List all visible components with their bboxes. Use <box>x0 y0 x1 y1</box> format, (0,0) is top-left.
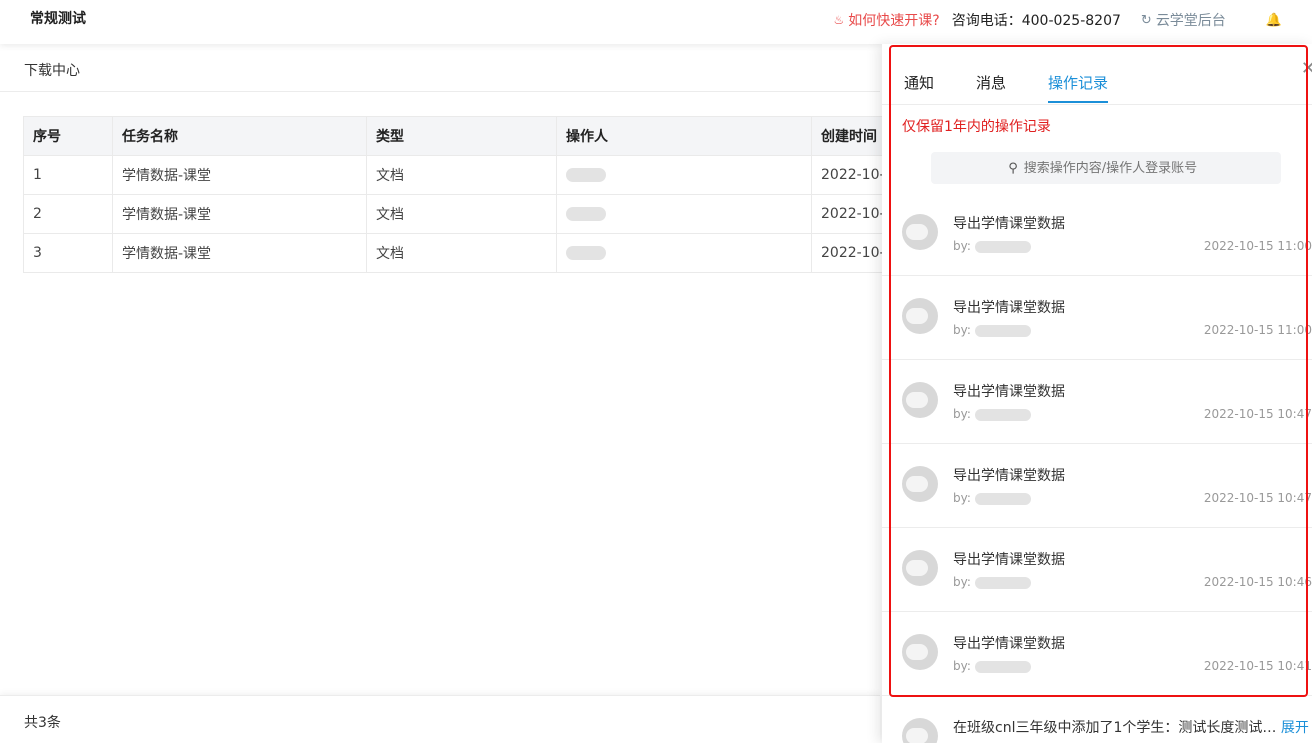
task-name: 学情数据-课堂 <box>112 233 367 273</box>
record-operator: by: <box>953 491 1031 505</box>
column-header: 任务名称 <box>112 116 367 156</box>
avatar <box>902 382 938 418</box>
quick-start-link[interactable]: ♨ 如何快速开课? <box>834 10 940 30</box>
column-header: 类型 <box>366 116 557 156</box>
quick-start-label: 如何快速开课? <box>848 13 940 29</box>
header-right: ♨ 如何快速开课? 咨询电话：400-025-8207 ↻ 云学堂后台 🔔 <box>834 10 1282 30</box>
row-index: 3 <box>23 233 113 273</box>
record-title-text: 在班级cnl三年级中添加了1个学生：测试长度测试… <box>953 720 1277 736</box>
redacted-operator <box>566 207 606 221</box>
record-time: 2022-10-15 10:47 <box>1203 491 1312 505</box>
hotline-text: 咨询电话：400-025-8207 <box>951 13 1121 29</box>
task-name: 学情数据-课堂 <box>112 155 367 195</box>
operator-cell <box>556 155 812 195</box>
record-title: 导出学情课堂数据 <box>953 300 1065 316</box>
total-count: 共3条 <box>24 715 61 731</box>
close-icon[interactable]: ✕ <box>1301 58 1312 79</box>
operator-cell <box>556 194 812 234</box>
search-input[interactable] <box>1023 160 1204 176</box>
list-item[interactable]: 导出学情课堂数据 by: 2022-10-15 10:41 <box>882 612 1312 696</box>
record-time: 2022-10-15 10:47 <box>1203 407 1312 421</box>
tab-notice[interactable]: 通知 <box>904 72 934 103</box>
backend-label: 云学堂后台 <box>1155 13 1226 29</box>
task-type: 文档 <box>366 194 557 234</box>
avatar <box>902 466 938 502</box>
record-time: 2022-10-15 10:41 <box>1203 659 1312 673</box>
row-index: 1 <box>23 155 113 195</box>
tab-divider <box>882 104 1312 105</box>
redacted-operator <box>974 576 1031 589</box>
by-label: by: <box>953 407 971 421</box>
record-operator: by: <box>953 659 1031 673</box>
retention-notice: 仅保留1年内的操作记录 <box>902 119 1051 135</box>
avatar <box>902 214 938 250</box>
record-time: 2022-10-15 10:46 <box>1203 575 1312 589</box>
column-header: 操作人 <box>556 116 812 156</box>
page-title: 下载中心 <box>24 63 80 79</box>
download-table: 序号 任务名称 类型 操作人 创建时间 1 学情数据-课堂 文档 2022-10… <box>23 116 1024 273</box>
task-name: 学情数据-课堂 <box>112 194 367 234</box>
record-time: 2022-10-15 11:00 <box>1203 323 1312 337</box>
table-row: 1 学情数据-课堂 文档 2022-10- <box>23 155 1024 195</box>
bell-icon[interactable]: 🔔 <box>1266 13 1282 28</box>
record-operator: by: <box>953 407 1031 421</box>
table-row: 2 学情数据-课堂 文档 2022-10- <box>23 194 1024 234</box>
record-operator: by: <box>953 323 1031 337</box>
by-label: by: <box>953 491 971 505</box>
operation-record-list: 导出学情课堂数据 by: 2022-10-15 11:00 导出学情课堂数据 b… <box>882 192 1312 743</box>
list-item[interactable]: 导出学情课堂数据 by: 2022-10-15 11:00 <box>882 276 1312 360</box>
list-item[interactable]: 导出学情课堂数据 by: 2022-10-15 10:47 <box>882 360 1312 444</box>
column-header: 序号 <box>23 116 113 156</box>
avatar <box>902 718 938 743</box>
task-type: 文档 <box>366 233 557 273</box>
backend-link[interactable]: ↻ 云学堂后台 <box>1141 10 1226 30</box>
record-operator: by: <box>953 575 1031 589</box>
redacted-operator <box>974 240 1031 253</box>
top-header: 常规测试 ♨ 如何快速开课? 咨询电话：400-025-8207 ↻ 云学堂后台… <box>0 0 1312 44</box>
list-item[interactable]: 在班级cnl三年级中添加了1个学生：测试长度测试… 展开 <box>882 696 1312 743</box>
record-title: 导出学情课堂数据 <box>953 216 1065 232</box>
expand-link[interactable]: 展开 <box>1281 720 1309 736</box>
download-table-wrapper: 序号 任务名称 类型 操作人 创建时间 1 学情数据-课堂 文档 2022-10… <box>23 116 1024 273</box>
redacted-operator <box>974 660 1031 673</box>
search-icon: ⚲ <box>1008 160 1018 176</box>
table-header-row: 序号 任务名称 类型 操作人 创建时间 <box>23 116 1024 156</box>
search-box[interactable]: ⚲ <box>931 152 1281 184</box>
avatar <box>902 634 938 670</box>
table-row: 3 学情数据-课堂 文档 2022-10- <box>23 233 1024 273</box>
record-time: 2022-10-15 11:00 <box>1203 239 1312 253</box>
by-label: by: <box>953 659 971 673</box>
redacted-operator <box>974 492 1031 505</box>
list-item[interactable]: 导出学情课堂数据 by: 2022-10-15 10:47 <box>882 444 1312 528</box>
by-label: by: <box>953 323 971 337</box>
record-title: 导出学情课堂数据 <box>953 384 1065 400</box>
list-item[interactable]: 导出学情课堂数据 by: 2022-10-15 10:46 <box>882 528 1312 612</box>
record-operator: by: <box>953 239 1031 253</box>
redacted-operator <box>974 408 1031 421</box>
list-item[interactable]: 导出学情课堂数据 by: 2022-10-15 11:00 <box>882 192 1312 276</box>
tab-messages[interactable]: 消息 <box>976 72 1006 103</box>
refresh-icon: ↻ <box>1140 12 1152 28</box>
redacted-operator <box>566 168 606 182</box>
task-type: 文档 <box>366 155 557 195</box>
record-title: 导出学情课堂数据 <box>953 468 1065 484</box>
avatar <box>902 298 938 334</box>
by-label: by: <box>953 575 971 589</box>
redacted-operator <box>974 324 1031 337</box>
by-label: by: <box>953 239 971 253</box>
operator-cell <box>556 233 812 273</box>
drawer-tabs: 通知 消息 操作记录 <box>904 72 1150 103</box>
tab-operation-log[interactable]: 操作记录 <box>1048 72 1109 103</box>
table-footer: 共3条 <box>0 695 880 743</box>
record-title: 在班级cnl三年级中添加了1个学生：测试长度测试… 展开 <box>953 717 1309 737</box>
record-title: 导出学情课堂数据 <box>953 552 1065 568</box>
app-title: 常规测试 <box>30 11 86 27</box>
row-index: 2 <box>23 194 113 234</box>
fire-icon: ♨ <box>833 13 845 27</box>
breadcrumb: 下载中心 <box>0 44 880 92</box>
record-title: 导出学情课堂数据 <box>953 636 1065 652</box>
avatar <box>902 550 938 586</box>
redacted-operator <box>566 246 606 260</box>
operation-drawer: ✕ 通知 消息 操作记录 仅保留1年内的操作记录 ⚲ 导出学情课堂数据 by: … <box>882 44 1312 743</box>
